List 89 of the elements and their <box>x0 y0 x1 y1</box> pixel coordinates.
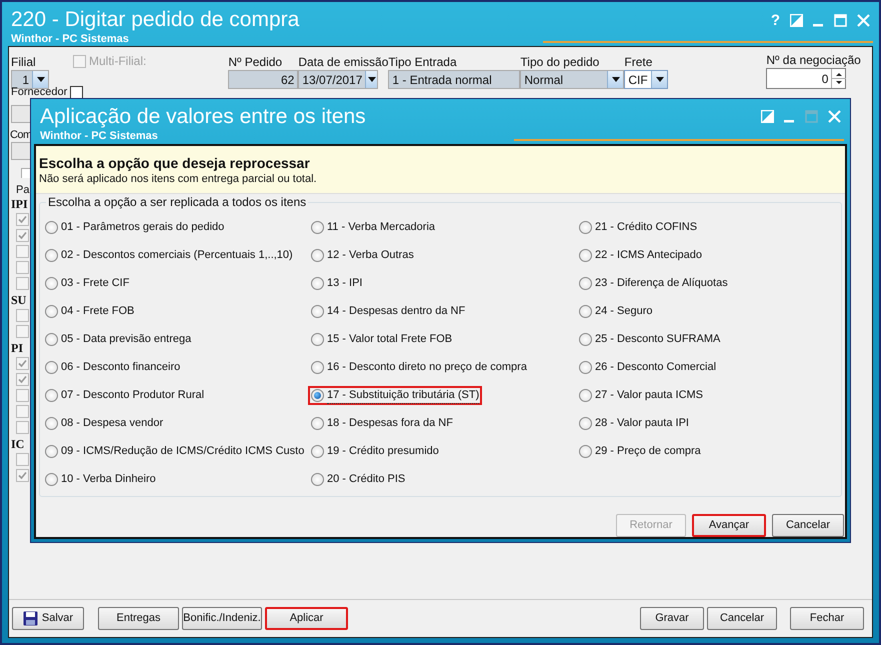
checkbox-label: Multi-Filial: <box>89 53 146 70</box>
radio-option[interactable]: 13 - IPI <box>308 274 366 293</box>
dropdown[interactable]: 13/07/2017 <box>298 70 378 89</box>
group-label: SU <box>11 293 26 307</box>
radio-option[interactable]: 12 - Verba Outras <box>308 246 417 265</box>
dropdown[interactable]: Normal <box>520 70 624 89</box>
tab-label: Pa <box>16 183 30 197</box>
checkbox[interactable] <box>16 244 29 258</box>
button[interactable]: Fechar <box>790 607 864 630</box>
group-label: IC <box>11 437 24 451</box>
radio-option[interactable]: 25 - Desconto SUFRAMA <box>576 330 724 349</box>
restore-button[interactable] <box>790 14 803 27</box>
checkbox[interactable] <box>16 276 29 290</box>
radio-option[interactable]: 21 - Crédito COFINS <box>576 218 700 237</box>
radio-option[interactable]: 27 - Valor pauta ICMS <box>576 386 706 405</box>
radio-option[interactable]: 01 - Parâmetros gerais do pedido <box>42 218 228 237</box>
button[interactable]: Cancelar <box>707 607 777 630</box>
window-title: 220 - Digitar pedido de compra <box>11 7 300 33</box>
group-label: PI <box>11 341 23 355</box>
checkbox[interactable] <box>16 420 29 434</box>
radio-option[interactable]: 15 - Valor total Frete FOB <box>308 330 456 349</box>
radio-option[interactable]: 16 - Desconto direto no preço de compra <box>308 358 530 377</box>
group-title: Escolha a opção a ser replicada a todos os itens <box>46 195 308 209</box>
radio-option[interactable]: 20 - Crédito PIS <box>308 470 408 489</box>
button[interactable]: Bonific./Indeniz. <box>182 607 262 630</box>
radio-option[interactable]: 11 - Verba Mercadoria <box>308 218 438 237</box>
radio-option[interactable]: 17 - Substituição tributária (ST) <box>308 386 482 405</box>
radio-option[interactable]: 19 - Crédito presumido <box>308 442 442 461</box>
restore-button[interactable] <box>761 110 774 123</box>
radio-option[interactable]: 04 - Frete FOB <box>42 302 138 321</box>
field-label: Tipo Entrada <box>388 55 458 70</box>
window-title: Aplicação de valores entre os itens <box>40 104 366 130</box>
radio-option[interactable]: 07 - Desconto Produtor Rural <box>42 386 208 405</box>
text-field[interactable] <box>11 105 31 123</box>
button[interactable]: Avançar <box>692 514 766 537</box>
banner-text: Não será aplicado nos itens com entrega parcial ou total. <box>39 172 318 187</box>
radio-option[interactable]: 24 - Seguro <box>576 302 656 321</box>
banner-heading: Escolha a opção que deseja reprocessar <box>39 155 311 172</box>
checkbox[interactable] <box>16 372 29 386</box>
save-button[interactable]: Salvar <box>12 607 84 630</box>
checkbox[interactable] <box>16 228 29 242</box>
close-button[interactable] <box>828 110 841 123</box>
text-field[interactable] <box>11 142 31 160</box>
radio-option[interactable]: 23 - Diferença de Alíquotas <box>576 274 731 293</box>
checkbox[interactable] <box>16 452 29 466</box>
button[interactable]: Gravar <box>640 607 704 630</box>
text-field[interactable]: 1 - Entrada normal <box>388 70 520 89</box>
radio-option[interactable]: 06 - Desconto financeiro <box>42 358 184 377</box>
radio-option[interactable]: 18 - Despesas fora da NF <box>308 414 456 433</box>
maximize-button[interactable] <box>834 14 847 27</box>
field-label: Tipo do pedido <box>520 55 600 70</box>
dropdown[interactable]: CIF <box>624 70 668 89</box>
field-label: Nº da negociação <box>766 53 861 68</box>
checkbox[interactable] <box>16 260 29 274</box>
radio-option[interactable]: 14 - Despesas dentro da NF <box>308 302 468 321</box>
number-field[interactable]: 0 <box>766 68 846 89</box>
radio-option[interactable]: 28 - Valor pauta IPI <box>576 414 692 433</box>
floppy-icon <box>22 611 38 626</box>
radio-option[interactable]: 02 - Descontos comerciais (Percentuais 1,..,10) <box>42 246 296 265</box>
checkbox[interactable] <box>16 356 29 370</box>
radio-option[interactable]: 09 - ICMS/Redução de ICMS/Crédito ICMS Custo <box>42 442 308 461</box>
radio-option[interactable]: 05 - Data previsão entrega <box>42 330 194 349</box>
field-label: Nº Pedido <box>228 55 284 70</box>
button[interactable]: Cancelar <box>772 514 844 537</box>
checkbox[interactable] <box>16 468 29 482</box>
checkbox[interactable] <box>16 212 29 226</box>
checkbox[interactable] <box>16 388 29 402</box>
spinner-icon[interactable] <box>831 69 846 88</box>
radio-option[interactable]: 22 - ICMS Antecipado <box>576 246 706 265</box>
button[interactable]: Aplicar <box>265 607 348 630</box>
window-subtitle: Winthor - PC Sistemas <box>40 130 159 143</box>
radio-option[interactable]: 03 - Frete CIF <box>42 274 132 293</box>
radio-option[interactable]: 26 - Desconto Comercial <box>576 358 720 377</box>
close-button[interactable] <box>857 14 870 27</box>
window-subtitle: Winthor - PC Sistemas <box>11 33 130 46</box>
checkbox[interactable] <box>16 308 29 322</box>
text-field[interactable]: 62 <box>228 70 298 89</box>
field-label: Filial <box>11 55 37 70</box>
radio-option[interactable]: 08 - Despesa vendor <box>42 414 166 433</box>
radio-option[interactable]: 10 - Verba Dinheiro <box>42 470 159 489</box>
group-label: IPI <box>11 197 28 211</box>
field-label: Fornecedor <box>11 86 68 99</box>
field-label: Frete <box>624 55 654 70</box>
button[interactable]: Entregas <box>98 607 179 630</box>
checkbox[interactable] <box>16 324 29 338</box>
checkbox[interactable] <box>70 86 84 99</box>
radio-option[interactable]: 29 - Preço de compra <box>576 442 704 461</box>
checkbox[interactable] <box>16 404 29 418</box>
field-label: Data de emissão <box>298 55 388 70</box>
